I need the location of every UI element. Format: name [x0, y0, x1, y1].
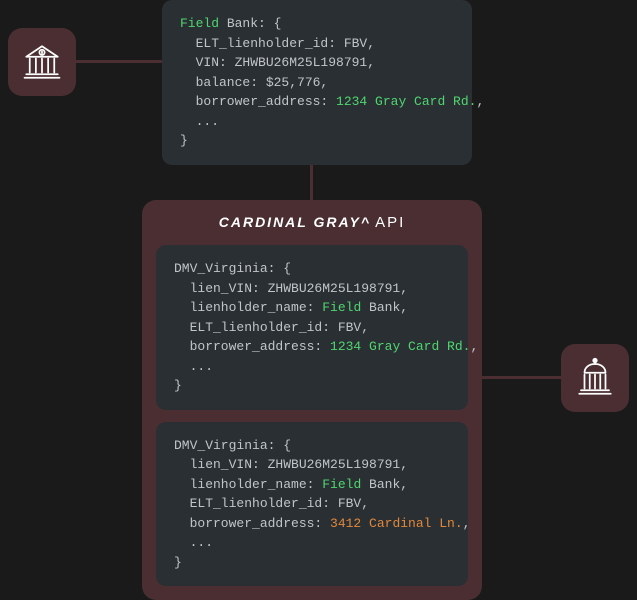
- token-address: 1234 Gray Card Rd.: [336, 94, 476, 109]
- api-container: CARDINAL GRAY^API DMV_Virginia: { lien_V…: [142, 200, 482, 600]
- connector-gov: [480, 376, 565, 379]
- token-address: 1234 Gray Card Rd.: [330, 339, 470, 354]
- connector-bank: [76, 60, 166, 63]
- api-label: API: [375, 214, 405, 231]
- dmv-code-block-1: DMV_Virginia: { lien_VIN: ZHWBU26M25L198…: [156, 245, 468, 410]
- api-header: CARDINAL GRAY^API: [156, 214, 468, 231]
- bank-code-block: Field Bank: { ELT_lienholder_id: FBV, VI…: [162, 0, 472, 165]
- gov-icon-tile: [561, 344, 629, 412]
- token-field: Field: [322, 300, 361, 315]
- dmv-code-block-2: DMV_Virginia: { lien_VIN: ZHWBU26M25L198…: [156, 422, 468, 587]
- token-field: Field: [322, 477, 361, 492]
- bank-icon: [21, 41, 63, 83]
- api-brand: CARDINAL GRAY^: [219, 214, 371, 230]
- token-field: Field: [180, 16, 219, 31]
- token-address-changed: 3412 Cardinal Ln.: [330, 516, 463, 531]
- government-icon: [574, 357, 616, 399]
- bank-icon-tile: [8, 28, 76, 96]
